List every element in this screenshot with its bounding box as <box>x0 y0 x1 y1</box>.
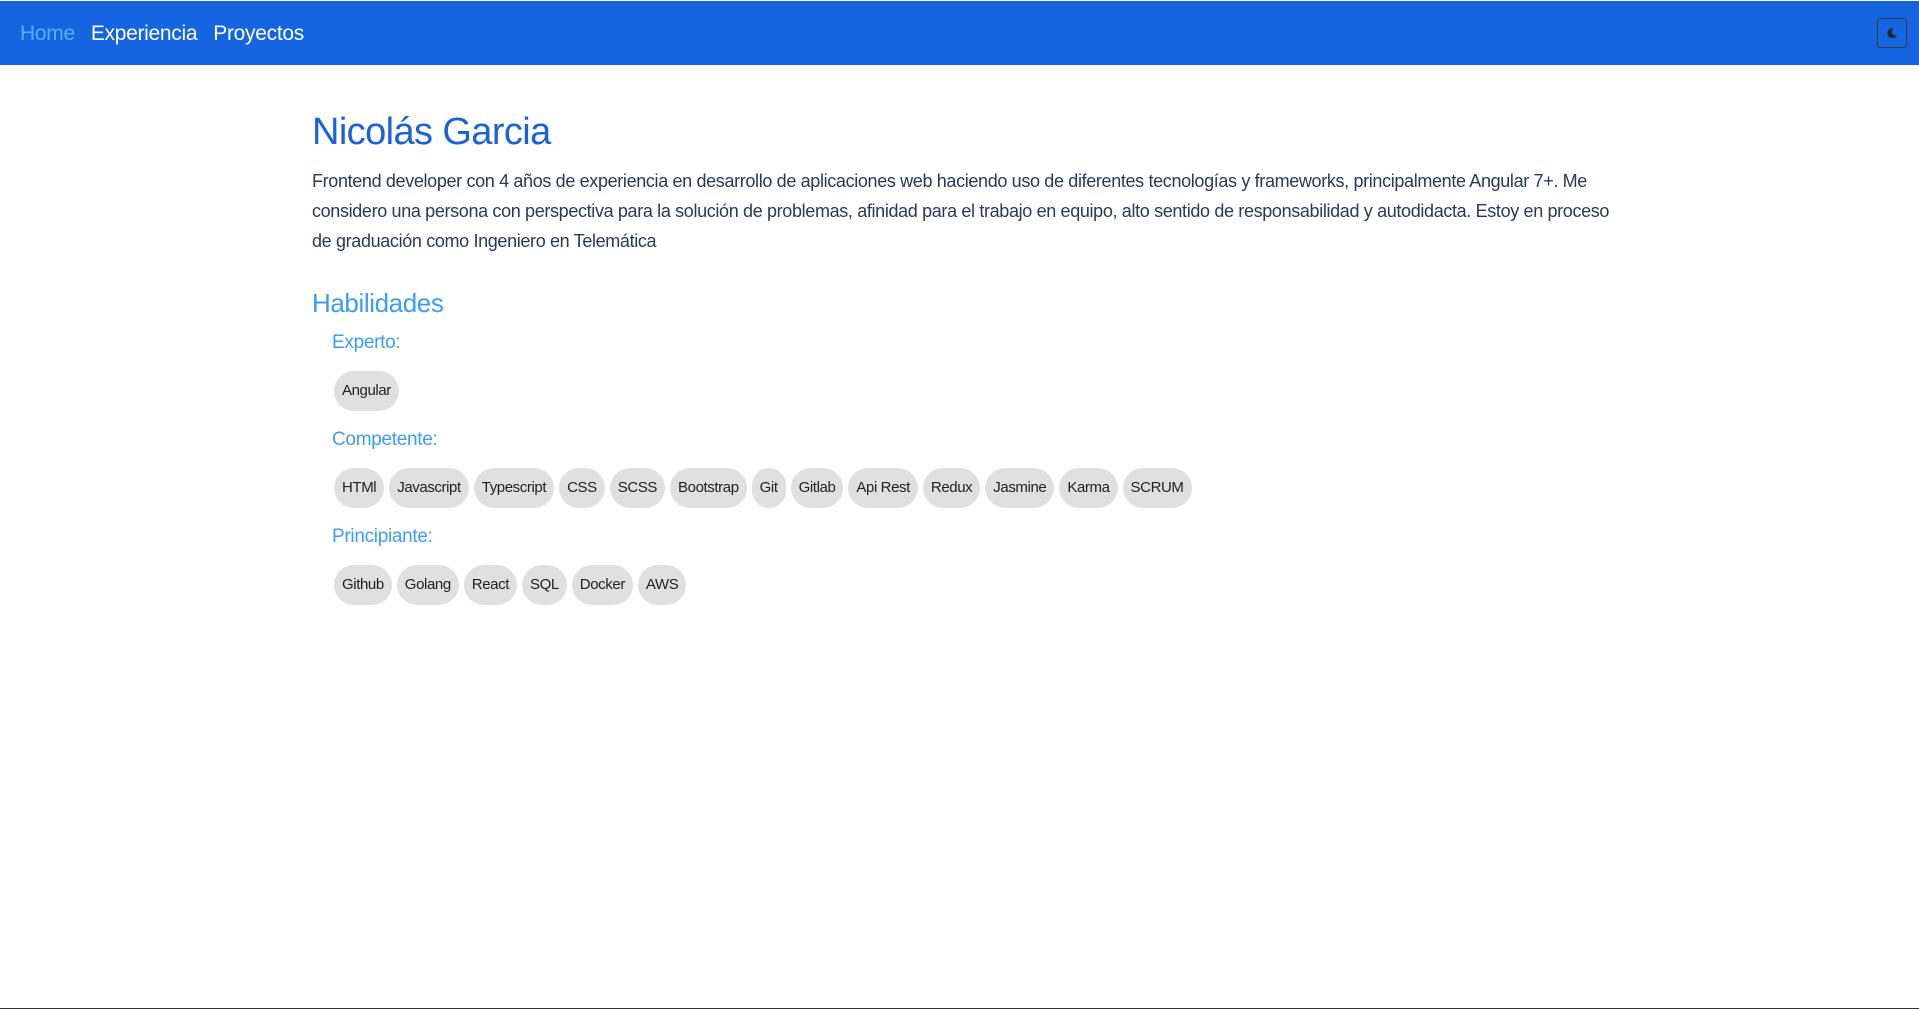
skill-chip: AWS <box>637 565 687 605</box>
nav-link-home[interactable]: Home <box>20 23 75 44</box>
skill-chip: Docker <box>571 565 633 605</box>
main-content: Nicolás Garcia Frontend developer con 4 … <box>312 108 1632 605</box>
skill-chip-list: Github Golang React SQL Docker AWS <box>332 565 1632 605</box>
skill-chip: Angular <box>334 371 399 411</box>
nav-link-experiencia[interactable]: Experiencia <box>91 23 198 44</box>
skill-group-competente: Competente: HTMl Javascript Typescript C… <box>312 429 1632 508</box>
nav-link-proyectos[interactable]: Proyectos <box>213 23 304 44</box>
skill-group-label: Principiante: <box>332 526 433 547</box>
moon-icon <box>1887 28 1897 39</box>
profile-bio: Frontend developer con 4 años de experie… <box>312 171 1610 251</box>
skill-chip: Github <box>334 565 392 605</box>
skill-chip: HTMl <box>334 468 385 508</box>
skill-group-label: Competente: <box>332 429 438 450</box>
page: Home Experiencia Proyectos Nicolás Garci… <box>0 0 1919 1009</box>
skill-chip: SCSS <box>609 468 666 508</box>
skill-group-principiante: Principiante: Github Golang React SQL Do… <box>312 526 1632 605</box>
skill-chip: Karma <box>1059 468 1118 508</box>
skill-chip: Redux <box>922 468 981 508</box>
skill-chip: Typescript <box>473 468 555 508</box>
skill-chip: Git <box>751 468 786 508</box>
theme-toggle-button[interactable] <box>1877 18 1907 48</box>
skill-chip-list: HTMl Javascript Typescript CSS SCSS Boot… <box>332 468 1632 508</box>
skill-group-label: Experto: <box>332 332 401 353</box>
skill-chip: Javascript <box>389 468 469 508</box>
skill-chip: Jasmine <box>985 468 1055 508</box>
skill-chip: SCRUM <box>1122 468 1192 508</box>
profile-name: Nicolás Garcia <box>312 111 551 153</box>
top-navbar: Home Experiencia Proyectos <box>0 1 1919 65</box>
skill-chip: Golang <box>396 565 459 605</box>
skill-chip: Api Rest <box>848 468 918 508</box>
skill-chip: CSS <box>559 468 605 508</box>
skill-chip: React <box>463 565 517 605</box>
skill-chip: Gitlab <box>790 468 844 508</box>
skill-chip: Bootstrap <box>670 468 747 508</box>
skills-title: Habilidades <box>312 288 444 318</box>
skill-group-experto: Experto: Angular <box>312 332 1632 411</box>
skill-chip: SQL <box>521 565 567 605</box>
skill-chip-list: Angular <box>332 371 1632 411</box>
